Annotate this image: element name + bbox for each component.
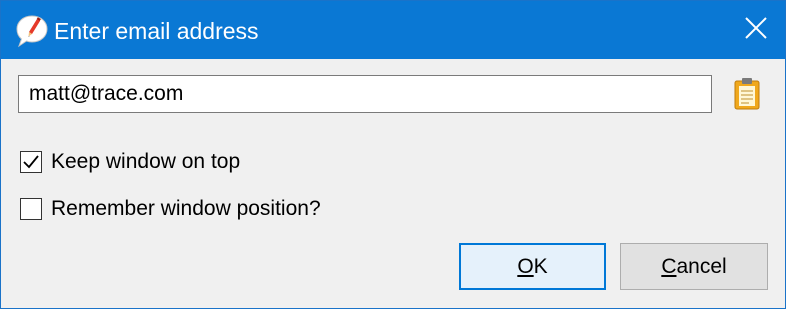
dialog-content: Keep window on top Remember window posit…	[1, 59, 785, 308]
remember-position-label: Remember window position?	[51, 197, 321, 220]
email-input[interactable]	[18, 75, 712, 113]
dialog-window: Enter email address matt@trace.com Keep …	[0, 0, 786, 309]
ok-accelerator: O	[517, 254, 534, 278]
remember-position-option[interactable]: Remember window position?	[20, 197, 321, 221]
close-icon	[745, 16, 767, 44]
close-button[interactable]	[727, 1, 785, 59]
cancel-accelerator: C	[661, 254, 677, 278]
clipboard-icon	[731, 78, 763, 115]
window-title: Enter email address	[54, 18, 259, 44]
remember-position-checkbox[interactable]	[20, 198, 42, 220]
ok-button[interactable]: OK	[459, 243, 606, 290]
keep-on-top-label: Keep window on top	[51, 150, 241, 173]
paste-button[interactable]	[731, 77, 763, 111]
cancel-button[interactable]: Cancel	[620, 243, 768, 290]
keep-on-top-checkbox[interactable]	[20, 151, 42, 173]
feedback-bubble-pencil-icon	[15, 14, 49, 48]
title-bar[interactable]: Enter email address	[1, 1, 785, 59]
cancel-label: ancel	[676, 254, 727, 278]
keep-on-top-option[interactable]: Keep window on top	[20, 150, 240, 174]
ok-label: K	[533, 254, 548, 278]
